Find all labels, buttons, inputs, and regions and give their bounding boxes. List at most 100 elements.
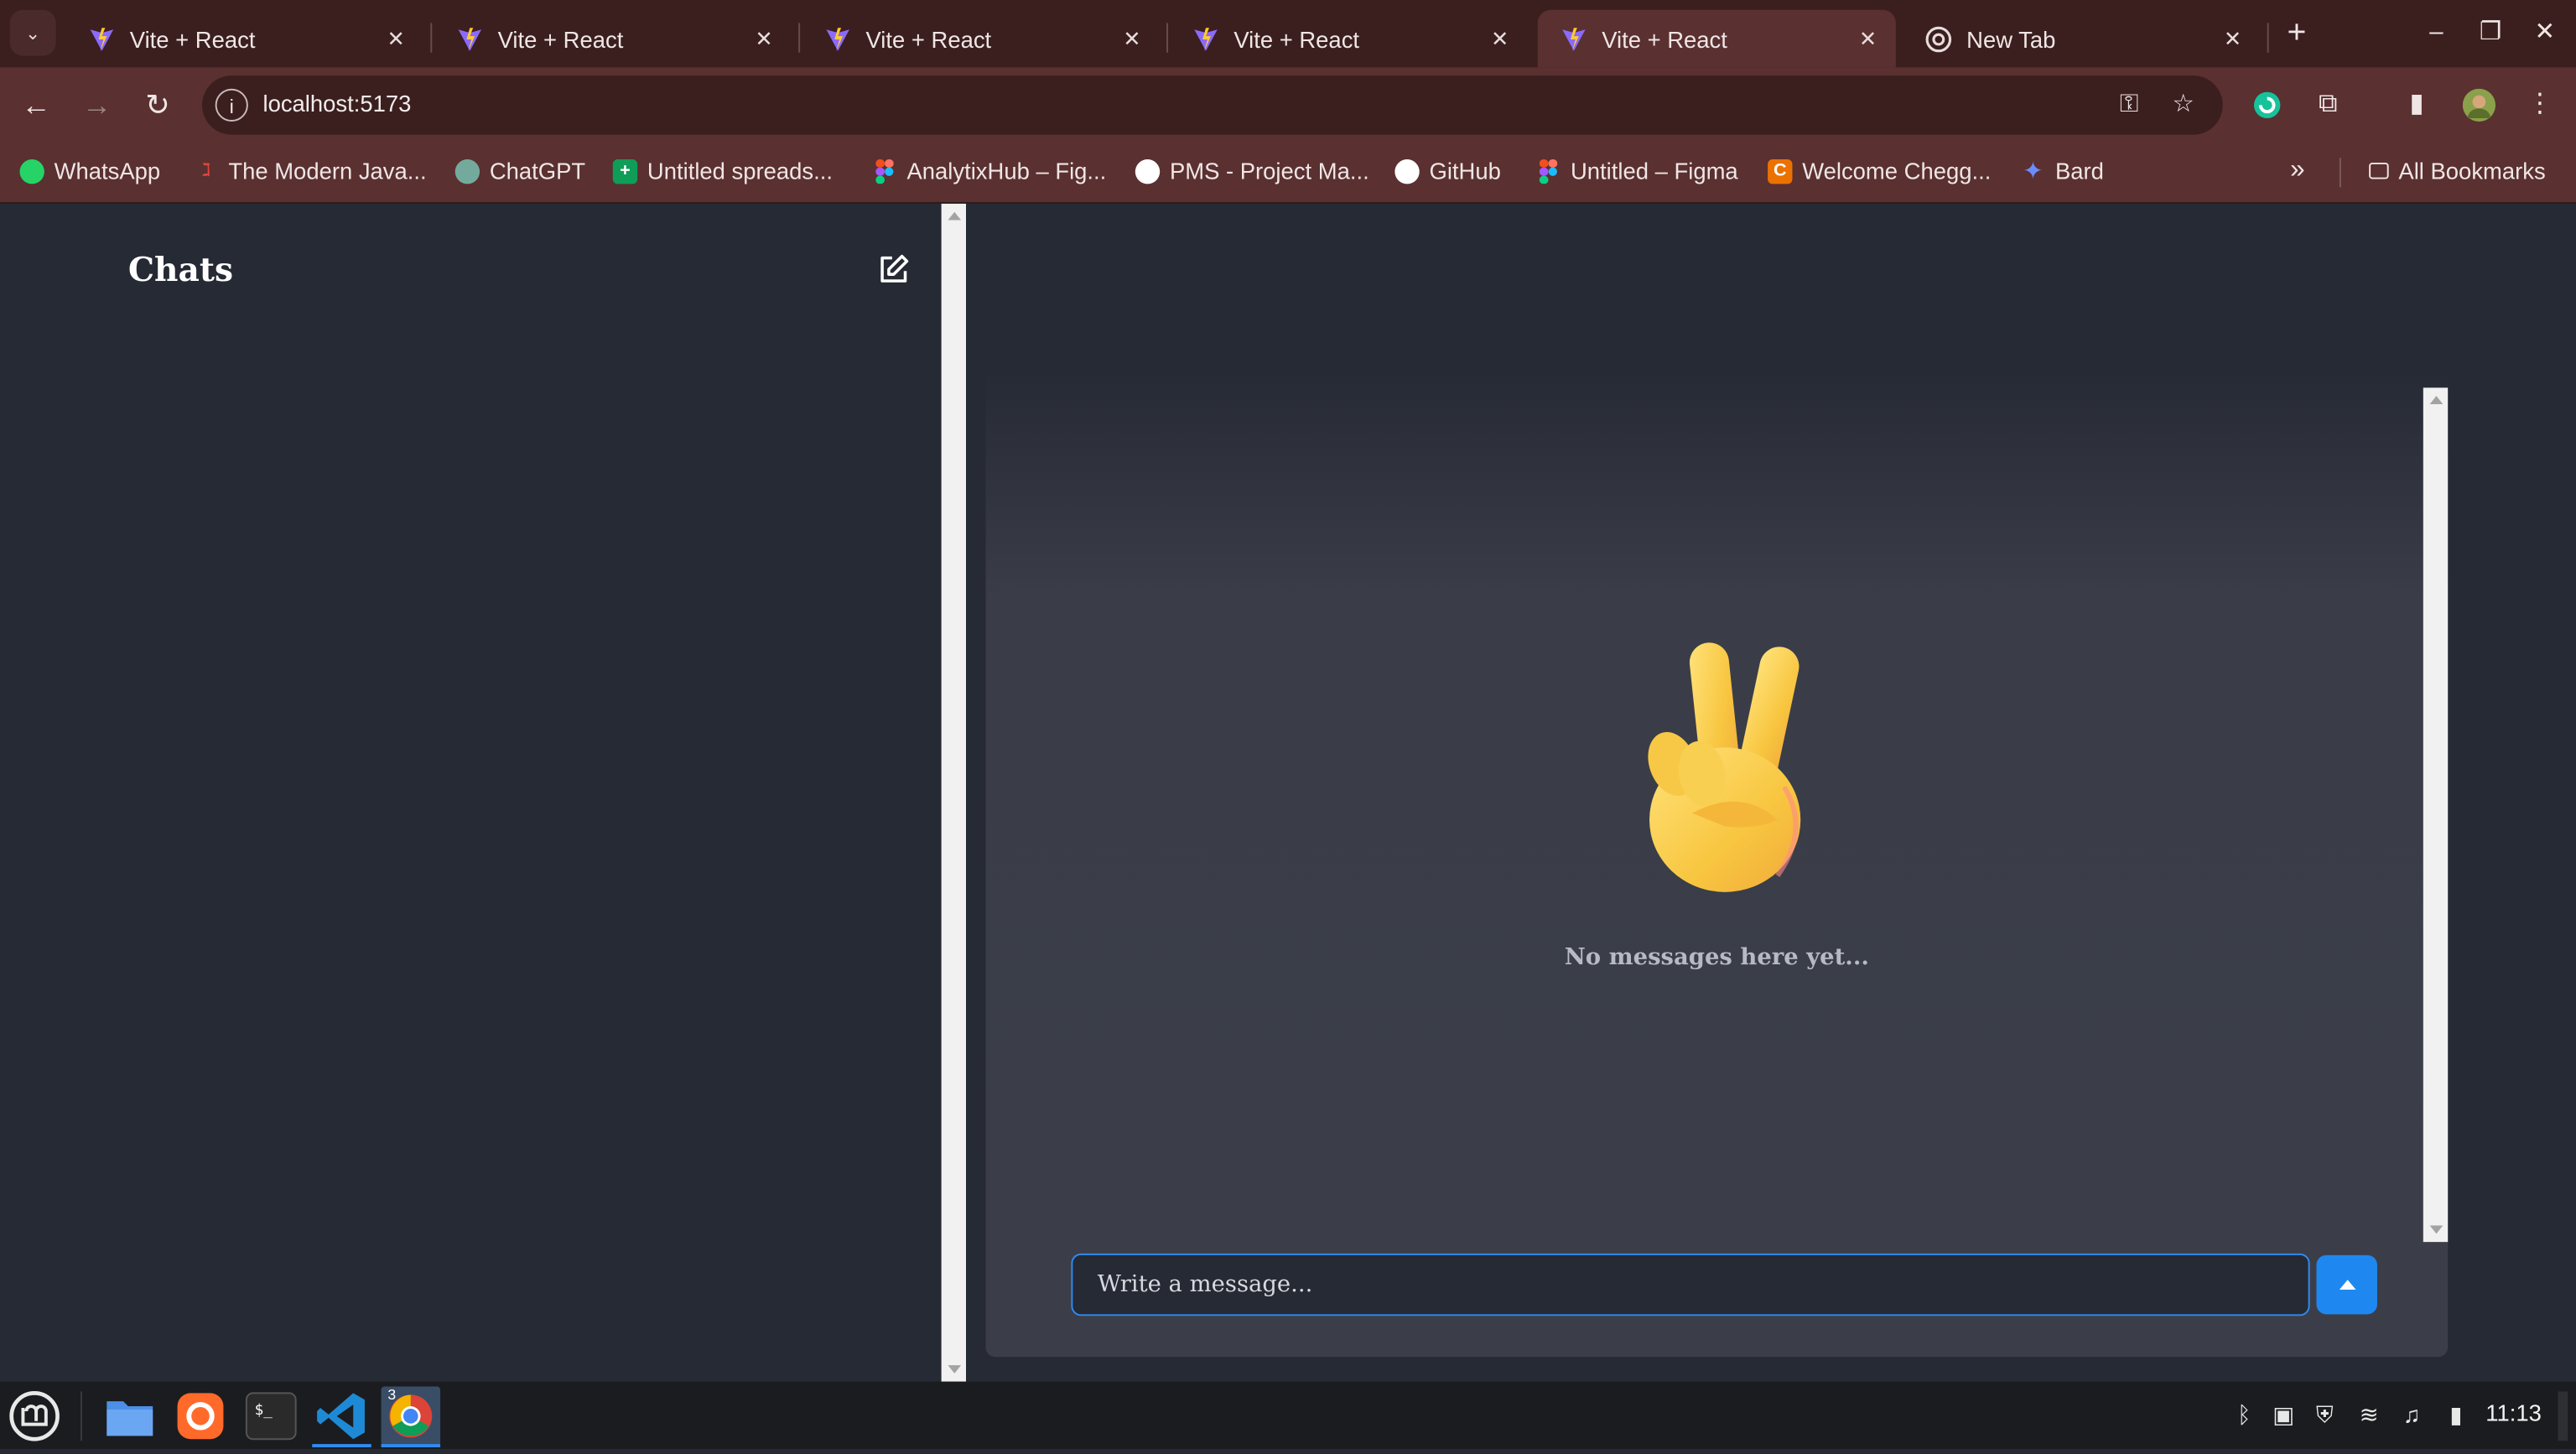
- taskbar-divider: [80, 1391, 82, 1441]
- active-indicator: [312, 1444, 371, 1448]
- bluetooth-icon[interactable]: ᛒ: [2230, 1399, 2259, 1429]
- key-icon[interactable]: ⚿: [2113, 89, 2146, 122]
- vite-icon: [1562, 27, 1586, 50]
- bookmark-spreadsheet[interactable]: + Untitled spreads...: [612, 154, 834, 187]
- reload-icon[interactable]: ↻: [138, 86, 178, 125]
- tab-divider: [798, 23, 801, 53]
- chevron-down-icon: ⌄: [25, 23, 41, 44]
- browser-tab[interactable]: Vite + React ✕: [1170, 10, 1528, 68]
- show-desktop-button[interactable]: [2558, 1391, 2568, 1441]
- restore-icon[interactable]: ❐: [2468, 13, 2514, 53]
- caret-up-icon: [2338, 1280, 2355, 1290]
- browser-tab-active[interactable]: Vite + React ✕: [1537, 9, 1896, 68]
- chrome-app-icon[interactable]: 3: [381, 1386, 441, 1448]
- vite-icon: [1194, 27, 1218, 50]
- bookmarks-divider: [2339, 158, 2341, 188]
- tab-title: Vite + React: [497, 25, 624, 52]
- window-close-icon[interactable]: ✕: [2521, 13, 2568, 53]
- bookmark-github[interactable]: GitHub: [1394, 154, 1501, 187]
- bookmark-chegg[interactable]: C Welcome Chegg...: [1768, 154, 1991, 187]
- bookmarks-overflow-button[interactable]: »: [2290, 154, 2304, 187]
- files-app-icon[interactable]: [101, 1387, 160, 1446]
- tab-title: Vite + React: [129, 25, 256, 52]
- os-taskbar: $_ 3 ᛒ ▣ ⛨ ≋ ♫ ▮ 11:13: [0, 1381, 2576, 1450]
- tab-strip: ⌄ Vite + React ✕ Vite + React ✕ Vite + R…: [0, 0, 2576, 68]
- firefox-app-icon[interactable]: [171, 1387, 231, 1446]
- folder-icon: [2369, 162, 2389, 179]
- tab-divider: [1166, 23, 1168, 53]
- close-icon[interactable]: ✕: [1114, 25, 1150, 51]
- compose-icon[interactable]: [877, 253, 910, 286]
- side-panel-icon[interactable]: ▮: [2397, 86, 2436, 125]
- close-icon[interactable]: ✕: [378, 25, 414, 51]
- scroll-down-arrow[interactable]: [2429, 1225, 2444, 1234]
- tab-title: Vite + React: [1602, 25, 1727, 52]
- bard-icon: ✦: [2023, 157, 2044, 185]
- bookmark-bard[interactable]: ✦ Bard: [2021, 154, 2104, 187]
- svg-text:$_: $_: [255, 1402, 273, 1419]
- bookmark-untitled-figma[interactable]: Untitled – Figma: [1536, 154, 1738, 187]
- close-icon[interactable]: ✕: [1850, 25, 1886, 51]
- bookmark-label: ChatGPT: [489, 158, 586, 184]
- javascript-icon: ℷ: [201, 160, 211, 180]
- browser-tab[interactable]: New Tab ✕: [1903, 10, 2261, 68]
- extensions-icon[interactable]: ⧉: [2309, 86, 2348, 125]
- new-tab-button[interactable]: +: [2277, 13, 2316, 53]
- sidebar-scrollbar[interactable]: [941, 203, 967, 1382]
- bookmark-chatgpt[interactable]: ChatGPT: [454, 154, 586, 187]
- all-bookmarks-button[interactable]: All Bookmarks: [2369, 154, 2546, 187]
- browser-toolbar: ← → ↻ i localhost:5173 ⚿ ☆ ⧉ ▮ ⋮: [0, 67, 2576, 142]
- shield-icon[interactable]: ⛨: [2310, 1399, 2340, 1429]
- message-input[interactable]: [1071, 1253, 2310, 1316]
- profile-avatar[interactable]: [2459, 86, 2499, 125]
- grammarly-extension-icon[interactable]: [2247, 86, 2287, 125]
- scroll-down-arrow[interactable]: [948, 1365, 962, 1374]
- wifi-icon[interactable]: ≋: [2355, 1399, 2384, 1429]
- close-icon[interactable]: ✕: [745, 25, 782, 51]
- browser-tab[interactable]: Vite + React ✕: [802, 10, 1160, 68]
- bookmark-label: Untitled spreads...: [647, 158, 834, 184]
- bookmark-label: The Modern Java...: [228, 158, 427, 184]
- bookmark-modern-java[interactable]: ℷ The Modern Java...: [194, 154, 427, 187]
- chrome-icon: [1925, 25, 1952, 52]
- screen: ⌄ Vite + React ✕ Vite + React ✕ Vite + R…: [0, 0, 2576, 1450]
- bookmark-analytixhub[interactable]: AnalytixHub – Fig...: [872, 154, 1106, 187]
- tab-search-button[interactable]: ⌄: [9, 9, 56, 56]
- browser-tab[interactable]: Vite + React ✕: [65, 10, 423, 68]
- bookmark-label: GitHub: [1429, 158, 1501, 184]
- sidebar-title: Chats: [127, 249, 234, 289]
- url-text[interactable]: localhost:5173: [262, 91, 411, 117]
- scroll-up-arrow[interactable]: [948, 211, 962, 221]
- bookmark-label: PMS - Project Ma...: [1169, 158, 1369, 184]
- back-icon[interactable]: ←: [17, 86, 56, 125]
- close-icon[interactable]: ✕: [1482, 25, 1518, 51]
- whatsapp-icon: [19, 158, 44, 184]
- all-bookmarks-label: All Bookmarks: [2398, 158, 2546, 184]
- chat-scrollbar[interactable]: [2423, 387, 2449, 1243]
- forward-icon[interactable]: →: [77, 86, 117, 125]
- vscode-app-icon[interactable]: [312, 1387, 371, 1448]
- bookmark-pms[interactable]: PMS - Project Ma...: [1135, 154, 1369, 187]
- send-button[interactable]: [2316, 1254, 2377, 1315]
- window-count-badge: 3: [387, 1386, 397, 1404]
- close-icon[interactable]: ✕: [2215, 25, 2251, 51]
- clock[interactable]: 11:13: [2485, 1399, 2542, 1425]
- sheets-icon: +: [612, 158, 638, 184]
- scroll-up-arrow[interactable]: [2429, 396, 2444, 404]
- minimize-icon[interactable]: –: [2413, 13, 2459, 53]
- sound-icon[interactable]: ♫: [2397, 1399, 2426, 1429]
- terminal-app-icon[interactable]: $_: [242, 1387, 301, 1446]
- tab-title: Vite + React: [1233, 25, 1360, 52]
- clipboard-icon[interactable]: ▣: [2269, 1399, 2298, 1429]
- more-menu-icon[interactable]: ⋮: [2520, 86, 2559, 125]
- star-icon[interactable]: ☆: [2167, 89, 2199, 122]
- victory-hand-emoji: [1648, 642, 1801, 892]
- mint-menu-icon[interactable]: [5, 1387, 65, 1446]
- bookmark-whatsapp[interactable]: WhatsApp: [19, 154, 160, 187]
- github-icon: [1135, 158, 1161, 184]
- browser-tab[interactable]: Vite + React ✕: [434, 10, 792, 68]
- battery-icon[interactable]: ▮: [2441, 1399, 2470, 1429]
- bookmarks-bar: WhatsApp ℷ The Modern Java... ChatGPT + …: [0, 141, 2576, 204]
- address-bar[interactable]: i localhost:5173 ⚿ ☆: [201, 75, 2223, 135]
- site-info-icon[interactable]: i: [215, 88, 248, 122]
